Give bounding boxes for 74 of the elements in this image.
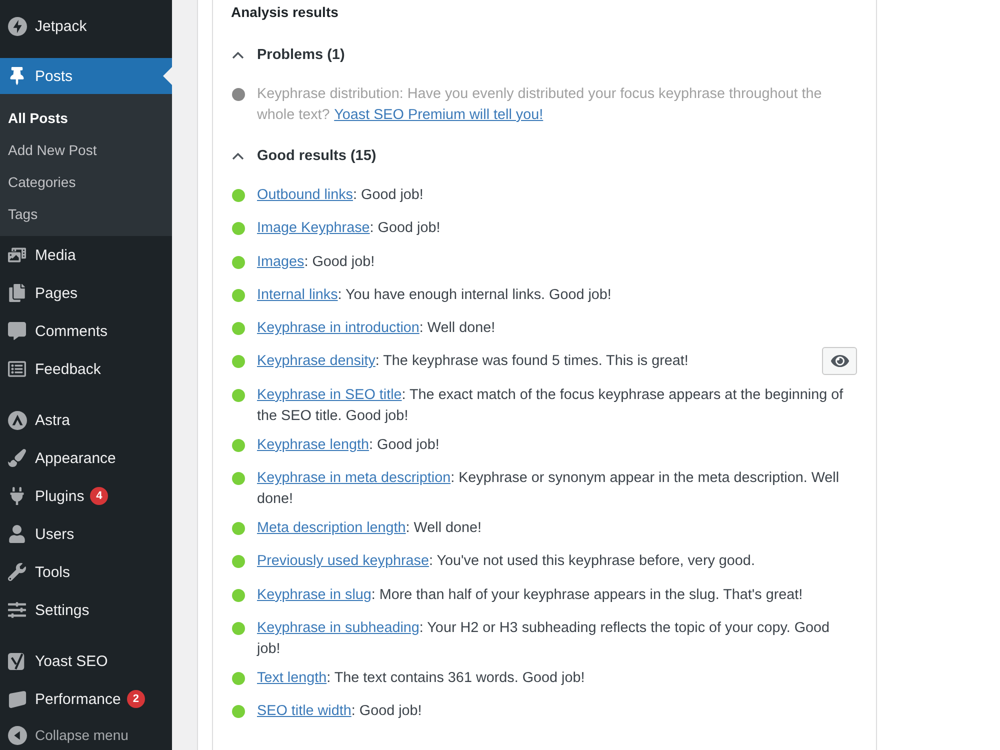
menu-item[interactable]: Performance 2 xyxy=(0,680,172,718)
result-link[interactable]: Keyphrase density xyxy=(257,353,376,370)
submenu-item[interactable]: Categories xyxy=(0,166,172,198)
menu-item[interactable]: Tools xyxy=(0,553,172,591)
eye-toggle-button[interactable] xyxy=(822,347,857,376)
result-link[interactable]: Previously used keyphrase xyxy=(257,553,429,570)
section-toggle[interactable]: Problems (1) xyxy=(231,45,345,65)
result-text: Keyphrase length: Good job! xyxy=(257,436,440,455)
list-card-icon xyxy=(8,360,26,378)
count-badge: 2 xyxy=(126,690,145,708)
plug-icon xyxy=(8,487,26,505)
result-link[interactable]: Keyphrase length xyxy=(257,436,370,453)
menu-item[interactable]: Pages xyxy=(0,274,172,312)
media-icon xyxy=(8,246,26,264)
submenu-item[interactable]: All Posts xyxy=(0,102,172,134)
submenu-item[interactable]: Add New Post xyxy=(0,134,172,166)
collapse-menu-button[interactable]: Collapse menu xyxy=(0,720,172,750)
left-arrow-circle-icon xyxy=(8,726,26,744)
result-link[interactable]: Internal links xyxy=(257,286,338,303)
premium-link[interactable]: Yoast SEO Premium will tell you! xyxy=(334,107,544,123)
result-text: SEO title width: Good job! xyxy=(257,702,422,722)
bolt-circle-icon xyxy=(8,16,26,36)
result-text: Previously used keyphrase: You've not used this keyphrase before, very good. xyxy=(257,552,755,572)
user-icon xyxy=(8,525,26,543)
circle-logo-icon xyxy=(8,410,26,430)
result-text: Image Keyphrase: Good job! xyxy=(257,219,440,238)
speech-bubble-icon xyxy=(8,322,26,340)
chevron-up-icon xyxy=(232,152,244,160)
result-text: Text length: The text contains 361 words. Good job! xyxy=(257,668,585,688)
result-text: Keyphrase in subheading: Your H2 or H3 subheading reflects the topic of your copy. Good job! xyxy=(257,618,831,659)
menu-item[interactable]: Feedback xyxy=(0,350,172,388)
menu-item[interactable]: Jetpack xyxy=(0,7,172,45)
count-badge: 4 xyxy=(90,487,108,505)
menu-item[interactable]: Astra xyxy=(0,401,172,439)
menu-item[interactable]: Users xyxy=(0,515,172,553)
square-logo-icon xyxy=(8,652,26,670)
menu-item[interactable]: Comments xyxy=(0,312,172,350)
result-text: Keyphrase distribution: Have you evenly distributed your focus keyphrase throughout the whole text? Yoast SEO Premium will tell you! xyxy=(257,85,823,125)
section-toggle[interactable]: Good results (15) xyxy=(231,146,376,166)
result-text: Keyphrase in meta description: Keyphrase or synonym appear in the meta description. Well done! xyxy=(257,469,840,510)
panel-heading: Analysis results xyxy=(231,3,340,22)
brush-icon xyxy=(8,449,26,467)
result-link[interactable]: SEO title width xyxy=(257,703,352,720)
result-text: Outbound links: Good job! xyxy=(257,186,424,205)
menu-item[interactable]: Posts xyxy=(0,58,172,94)
result-text: Images: Good job! xyxy=(257,252,375,272)
result-link[interactable]: Keyphrase in slug xyxy=(257,586,372,603)
result-link[interactable]: Keyphrase in subheading xyxy=(257,620,420,636)
box-icon xyxy=(8,690,26,708)
menu-item[interactable]: Plugins 4 xyxy=(0,477,172,515)
result-link[interactable]: Keyphrase in SEO title xyxy=(257,386,402,403)
pages-icon xyxy=(8,284,26,302)
result-text: Internal links: You have enough internal links. Good job! xyxy=(257,286,612,305)
result-link[interactable]: Images xyxy=(257,254,304,270)
sliders-icon xyxy=(8,601,26,619)
result-text: Keyphrase in slug: More than half of your keyphrase appears in the slug. That's great! xyxy=(257,586,803,605)
result-link[interactable]: Image Keyphrase xyxy=(257,220,370,236)
result-link[interactable]: Outbound links xyxy=(257,187,353,203)
result-text: Meta description length: Well done! xyxy=(257,519,482,538)
pin-icon xyxy=(8,67,26,85)
menu-item[interactable]: Settings xyxy=(0,591,172,629)
chevron-up-icon xyxy=(232,52,244,58)
menu-item[interactable]: Media xyxy=(0,236,172,274)
result-link[interactable]: Keyphrase in introduction xyxy=(257,320,420,336)
wrench-icon xyxy=(8,563,26,581)
result-text: Keyphrase in SEO title: The exact match of the focus keyphrase appears at the beginning of the SEO title. Good job! xyxy=(257,386,844,426)
result-text: Keyphrase density: The keyphrase was found 5 times. This is great! xyxy=(257,352,688,372)
result-link[interactable]: Keyphrase in meta description xyxy=(257,470,451,486)
result-text: Keyphrase in introduction: Well done! xyxy=(257,319,496,338)
result-link[interactable]: Meta description length xyxy=(257,520,406,536)
menu-item[interactable]: Yoast SEO xyxy=(0,642,172,680)
submenu-item[interactable]: Tags xyxy=(0,198,172,230)
result-link[interactable]: Text length xyxy=(257,670,327,686)
menu-item[interactable]: Appearance xyxy=(0,439,172,477)
